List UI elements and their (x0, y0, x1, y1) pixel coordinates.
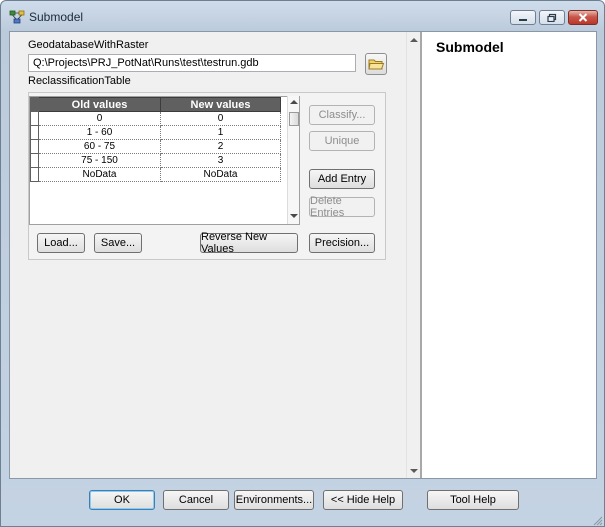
resize-grip-icon[interactable] (591, 514, 603, 526)
old-value-cell[interactable]: NoData (38, 167, 161, 182)
row-selector[interactable] (30, 111, 39, 126)
add-entry-button[interactable]: Add Entry (309, 169, 375, 189)
environments-button[interactable]: Environments... (234, 490, 314, 510)
minimize-button[interactable] (510, 10, 536, 25)
table-scroll-thumb[interactable] (289, 112, 299, 126)
row-selector[interactable] (30, 167, 39, 182)
new-value-cell[interactable]: 0 (160, 111, 281, 126)
gdb-path-input[interactable] (28, 54, 356, 72)
table-row[interactable]: NoData NoData (30, 167, 281, 182)
reclass-table-frame: Old values New values 0 0 1 - 60 1 60 - … (28, 92, 386, 260)
classify-button[interactable]: Classify... (309, 105, 375, 125)
delete-entries-button[interactable]: Delete Entries (309, 195, 375, 219)
title-bar[interactable]: Submodel (1, 1, 604, 31)
minimize-icon (519, 18, 527, 21)
column-header-old[interactable]: Old values (38, 97, 161, 112)
model-tool-icon (9, 10, 25, 24)
table-row[interactable]: 60 - 75 2 (30, 139, 281, 154)
new-value-cell[interactable]: NoData (160, 167, 281, 182)
row-selector[interactable] (30, 139, 39, 154)
reclass-table: Old values New values 0 0 1 - 60 1 60 - … (30, 97, 281, 182)
browse-folder-button[interactable] (365, 53, 387, 75)
old-value-cell[interactable]: 60 - 75 (38, 139, 161, 154)
table-row[interactable]: 0 0 (30, 111, 281, 126)
parameters-scrollbar[interactable] (406, 32, 420, 478)
table-header-row: Old values New values (30, 97, 281, 112)
reverse-new-values-button[interactable]: Reverse New Values (200, 231, 298, 255)
parameters-panel: GeodatabaseWithRaster ReclassificationTa… (10, 32, 406, 478)
old-value-cell[interactable]: 1 - 60 (38, 125, 161, 140)
tool-help-button[interactable]: Tool Help (427, 490, 519, 510)
dialog-window: Submodel GeodatabaseWithRaster Q:\Projec… (0, 0, 605, 527)
precision-button[interactable]: Precision... (309, 233, 375, 253)
load-button[interactable]: Load... (37, 233, 85, 253)
ok-button[interactable]: OK (89, 490, 155, 510)
hide-help-button[interactable]: << Hide Help (323, 490, 403, 510)
close-icon (578, 13, 588, 22)
unique-button[interactable]: Unique (309, 131, 375, 151)
dialog-client-area: GeodatabaseWithRaster ReclassificationTa… (9, 31, 597, 479)
help-title: Submodel (436, 39, 504, 55)
new-value-cell[interactable]: 2 (160, 139, 281, 154)
scroll-up-icon[interactable] (410, 37, 418, 43)
maximize-button[interactable] (539, 10, 565, 25)
restore-icon (547, 13, 557, 22)
new-value-cell[interactable]: 1 (160, 125, 281, 140)
table-row[interactable]: 75 - 150 3 (30, 153, 281, 168)
row-selector[interactable] (30, 125, 39, 140)
save-button[interactable]: Save... (94, 233, 142, 253)
new-value-cell[interactable]: 3 (160, 153, 281, 168)
reclass-label: ReclassificationTable (28, 75, 131, 87)
row-header-corner (30, 97, 39, 112)
open-folder-icon (368, 59, 385, 70)
scroll-down-icon[interactable] (410, 468, 418, 474)
gdb-label: GeodatabaseWithRaster (28, 39, 149, 51)
table-row[interactable]: 1 - 60 1 (30, 125, 281, 140)
reclass-grid[interactable]: Old values New values 0 0 1 - 60 1 60 - … (29, 96, 300, 225)
scroll-down-icon[interactable] (290, 213, 298, 219)
table-scrollbar[interactable] (287, 96, 299, 224)
dialog-button-bar: OK Cancel Environments... << Hide Help T… (9, 479, 597, 519)
help-panel: Submodel (420, 32, 596, 478)
close-button[interactable] (568, 10, 598, 25)
cancel-button[interactable]: Cancel (163, 490, 229, 510)
old-value-cell[interactable]: 0 (38, 111, 161, 126)
old-value-cell[interactable]: 75 - 150 (38, 153, 161, 168)
row-selector[interactable] (30, 153, 39, 168)
column-header-new[interactable]: New values (160, 97, 281, 112)
window-title: Submodel (29, 10, 84, 24)
scroll-up-icon[interactable] (290, 99, 298, 105)
